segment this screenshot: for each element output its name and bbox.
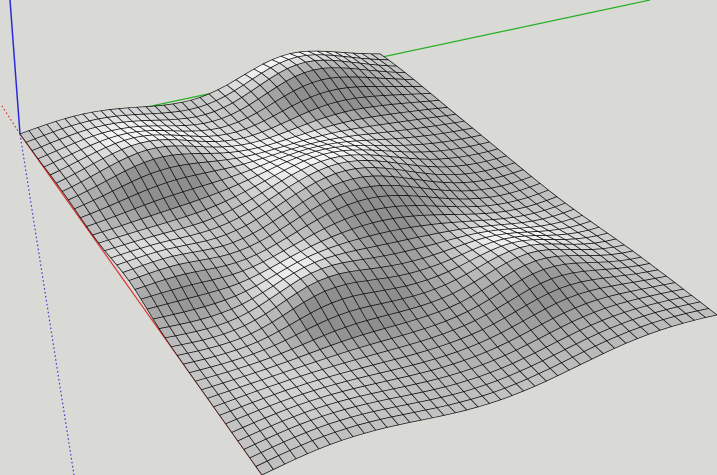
scene-canvas[interactable] <box>0 0 717 475</box>
3d-model-viewport[interactable] <box>0 0 717 475</box>
terrain-mesh[interactable] <box>19 50 717 475</box>
blue-axis <box>9 0 21 135</box>
red-axis-dotted <box>1 105 21 135</box>
